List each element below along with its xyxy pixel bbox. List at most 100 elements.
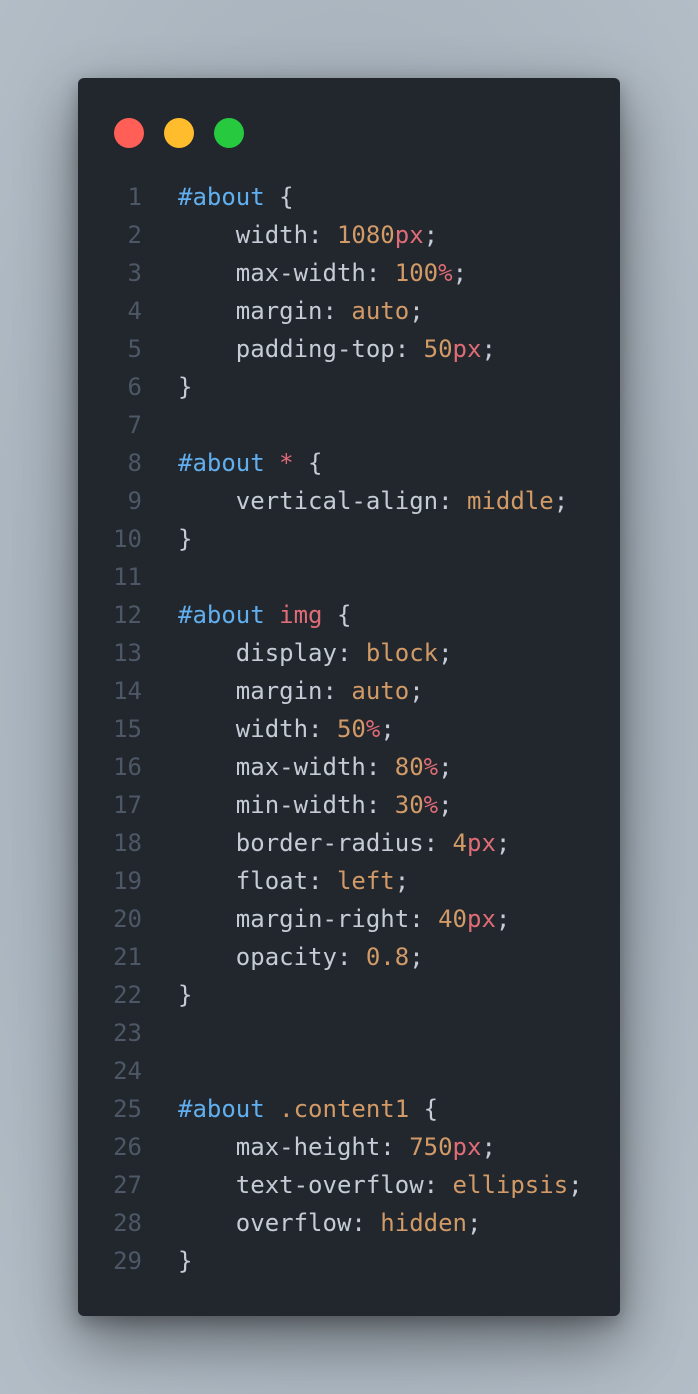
code-line: 24 — [78, 1052, 620, 1090]
code-line: 1 #about { — [78, 178, 620, 216]
line-source: max-width: 100%; — [178, 254, 467, 292]
code-token: 40 — [438, 905, 467, 933]
code-line: 26 max-height: 750px; — [78, 1128, 620, 1166]
close-dot-icon[interactable] — [114, 118, 144, 148]
code-line: 23 — [78, 1014, 620, 1052]
line-number: 17 — [113, 791, 142, 819]
code-line: 6} — [78, 368, 620, 406]
code-token: .content1 — [279, 1095, 410, 1123]
code-token: #about — [178, 449, 265, 477]
code-line: 17 min-width: 30%; — [78, 786, 620, 824]
code-token: { — [293, 449, 323, 477]
line-number: 25 — [113, 1095, 142, 1123]
code-line: 4 margin: auto; — [78, 292, 620, 330]
line-source: display: block; — [178, 634, 453, 672]
code-token: 100 — [394, 259, 439, 287]
line-number: 10 — [113, 525, 142, 553]
code-token: 80 — [394, 753, 424, 781]
line-number: 1 — [127, 183, 142, 211]
line-number: 23 — [113, 1019, 142, 1047]
code-token: ; — [438, 791, 453, 819]
code-token: px — [452, 1133, 482, 1161]
code-line: 2 width: 1080px; — [78, 216, 620, 254]
code-token: } — [178, 981, 193, 1009]
code-line: 19 float: left; — [78, 862, 620, 900]
code-token: px — [467, 829, 496, 857]
line-source: } — [178, 976, 192, 1014]
code-token: max-width: — [178, 259, 395, 287]
code-token: ; — [481, 1133, 496, 1161]
code-token: img — [279, 601, 323, 629]
line-number: 3 — [127, 259, 142, 287]
line-source: width: 1080px; — [178, 216, 438, 254]
line-source: #about * { — [178, 444, 323, 482]
code-line: 28 overflow: hidden; — [78, 1204, 620, 1242]
line-source: } — [178, 1242, 192, 1280]
minimize-dot-icon[interactable] — [164, 118, 194, 148]
code-token: 50 — [423, 335, 453, 363]
code-block: 1 #about {2 width: 1080px; 3 max-width: 10… — [78, 178, 620, 1280]
code-token: % — [423, 791, 439, 819]
code-token: ; — [481, 335, 496, 363]
code-line: 10} — [78, 520, 620, 558]
line-number: 19 — [113, 867, 142, 895]
code-line: 15 width: 50%; — [78, 710, 620, 748]
code-token: max-width: — [178, 753, 395, 781]
code-token: border-radius: — [178, 829, 453, 857]
code-token: 1080 — [336, 221, 395, 249]
code-token: % — [365, 715, 381, 743]
code-token: vertical-align: — [178, 487, 467, 515]
line-source: margin: auto; — [178, 672, 424, 710]
line-source: padding-top: 50px; — [178, 330, 496, 368]
code-token: ; — [409, 297, 424, 325]
code-token: padding-top: — [178, 335, 424, 363]
code-token: ; — [568, 1171, 583, 1199]
code-line: 13 display: block; — [78, 634, 620, 672]
code-token: } — [178, 1247, 193, 1275]
code-token: min-width: — [178, 791, 395, 819]
code-token: #about — [178, 1095, 265, 1123]
code-token: ; — [438, 753, 453, 781]
code-token: } — [178, 373, 193, 401]
line-source: min-width: 30%; — [178, 786, 453, 824]
code-token: ; — [553, 487, 569, 515]
code-line: 16 max-width: 80%; — [78, 748, 620, 786]
code-token: 750 — [409, 1133, 453, 1161]
code-token: ; — [394, 867, 410, 895]
code-line: 3 max-width: 100%; — [78, 254, 620, 292]
line-source: vertical-align: middle; — [178, 482, 568, 520]
line-number: 27 — [113, 1171, 142, 1199]
code-token: 4 — [452, 829, 467, 857]
line-number: 7 — [127, 411, 142, 439]
code-token: ; — [452, 259, 468, 287]
code-line: 8 #about * { — [78, 444, 620, 482]
line-source: #about img { — [178, 596, 351, 634]
code-token: % — [438, 259, 453, 287]
code-line: 20 margin-right: 40px; — [78, 900, 620, 938]
code-line: 5 padding-top: 50px; — [78, 330, 620, 368]
code-token: hidden — [380, 1209, 467, 1237]
code-token: width: — [178, 715, 337, 743]
code-token: ; — [438, 639, 453, 667]
code-line: 25 #about .content1 { — [78, 1090, 620, 1128]
line-source: float: left; — [178, 862, 409, 900]
code-token: { — [322, 601, 352, 629]
line-number: 14 — [113, 677, 142, 705]
line-source: width: 50%; — [178, 710, 395, 748]
line-source: max-height: 750px; — [178, 1128, 496, 1166]
code-token: } — [178, 525, 193, 553]
code-line: 14 margin: auto; — [78, 672, 620, 710]
code-token: margin-right: — [178, 905, 439, 933]
line-source: overflow: hidden; — [178, 1204, 482, 1242]
code-window: 1 #about {2 width: 1080px; 3 max-width: 10… — [78, 78, 620, 1316]
line-number: 21 — [113, 943, 142, 971]
line-source: opacity: 0.8; — [178, 938, 424, 976]
line-source: border-radius: 4px; — [178, 824, 511, 862]
code-token: px — [394, 221, 424, 249]
line-number: 2 — [127, 221, 142, 249]
maximize-dot-icon[interactable] — [214, 118, 244, 148]
code-line: 7 — [78, 406, 620, 444]
